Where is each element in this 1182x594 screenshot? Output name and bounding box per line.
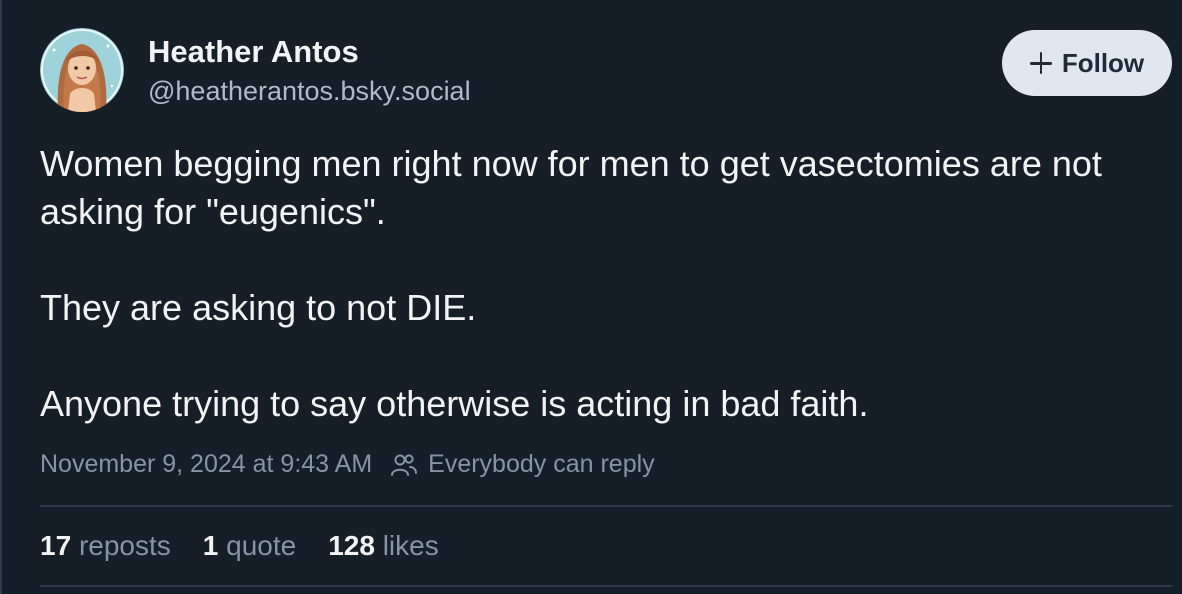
- follow-button[interactable]: Follow: [1002, 30, 1172, 96]
- author-handle[interactable]: @heatherantos.bsky.social: [148, 76, 471, 107]
- reply-setting: Everybody can reply: [428, 450, 655, 478]
- plus-icon: [1029, 52, 1052, 74]
- quotes-count: 1: [202, 530, 219, 561]
- reposts-stat[interactable]: 17 reposts: [40, 530, 171, 562]
- quotes-stat[interactable]: 1 quote: [203, 530, 296, 562]
- post-timestamp[interactable]: November 9, 2024 at 9:43 AM: [40, 450, 372, 479]
- likes-count: 128: [328, 530, 375, 561]
- reposts-count: 17: [40, 530, 72, 561]
- post-meta: November 9, 2024 at 9:43 AM Everybody ca…: [40, 450, 655, 479]
- people-icon: [391, 453, 418, 476]
- avatar-illustration-icon: [40, 28, 124, 112]
- post-paragraph: Anyone trying to say otherwise is acting…: [40, 383, 869, 424]
- likes-label: likes: [382, 530, 439, 561]
- author-display-name[interactable]: Heather Antos: [148, 34, 359, 70]
- quotes-label: quote: [226, 530, 297, 561]
- likes-stat[interactable]: 128 likes: [328, 530, 439, 562]
- post-stats: 17 reposts 1 quote 128 likes: [40, 530, 471, 562]
- post-paragraph: They are asking to not DIE.: [40, 287, 477, 328]
- divider: [40, 505, 1172, 507]
- thread-border: [0, 0, 2, 594]
- post-thread-view: Heather Antos @heatherantos.bsky.social …: [0, 0, 1182, 594]
- follow-button-label: Follow: [1061, 47, 1145, 78]
- post-paragraph: Women begging men right now for men to g…: [40, 143, 1102, 232]
- divider: [40, 585, 1172, 587]
- avatar[interactable]: [40, 28, 124, 112]
- post-body: Women begging men right now for men to g…: [40, 140, 1150, 428]
- reposts-label: reposts: [78, 530, 171, 561]
